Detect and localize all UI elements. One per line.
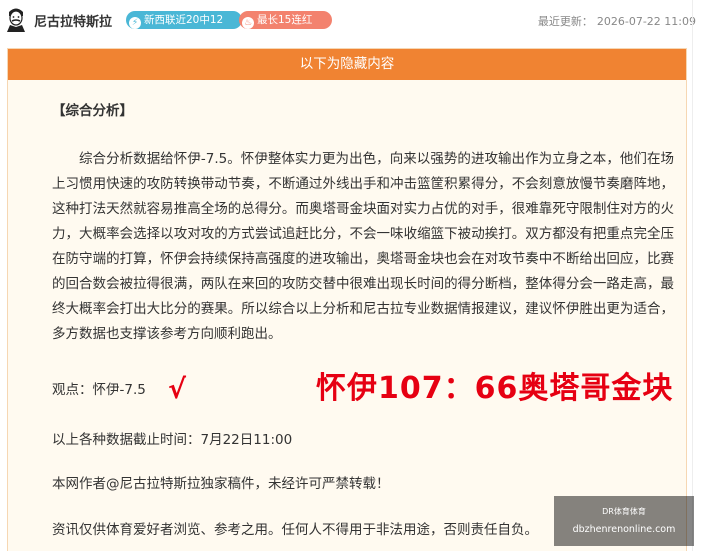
last-updated: 最近更新： 2026-07-22 11:09 (538, 13, 696, 29)
site-watermark: DR体育体育 dbzhenrenonline.com (554, 496, 694, 546)
section-title: 【综合分析】 (52, 103, 133, 119)
watermark-brand: DR体育体育 (602, 507, 646, 516)
badge-streak-label: 最长15连红 (257, 14, 313, 26)
badge-recent-record: ⚡ 新西联近20中12 (126, 11, 242, 29)
copyright-notice: 本网作者@尼古拉特斯拉独家稿件，未经许可严禁转载！ (52, 476, 390, 492)
badge-recent-label: 新西联近20中12 (144, 14, 224, 26)
updated-label: 最近更新： (537, 15, 593, 28)
right-divider (692, 0, 693, 551)
updated-time: 2026-07-22 11:09 (596, 15, 696, 28)
hidden-content-banner: 以下为隐藏内容 (8, 49, 686, 80)
badge-streak: ♨ 最长15连红 (239, 11, 332, 29)
author-avatar[interactable] (4, 6, 28, 32)
author-name[interactable]: 尼古拉特斯拉 (34, 11, 112, 30)
data-cutoff-line: 以上各种数据截止时间：7月22日11:00 (52, 432, 293, 448)
check-mark: √ (168, 374, 187, 405)
disclaimer-notice: 资讯仅供体育爱好者浏览、参考之用。任何人不得用于非法用途，否则责任自负。 (52, 522, 538, 538)
final-score: 怀伊107：66奥塔哥金块 (316, 371, 674, 406)
analysis-paragraph: 综合分析数据给怀伊-7.5。怀伊整体实力更为出色，向来以强势的进攻输出作为立身之… (52, 151, 674, 342)
flame-icon: ♨ (242, 17, 254, 29)
article-header: 尼古拉特斯拉 ⚡ 新西联近20中12 ♨ 最长15连红 最近更新： 2026-07-2… (0, 0, 701, 40)
watermark-url: dbzhenrenonline.com (572, 524, 676, 535)
opinion-line: 观点：怀伊-7.5 (52, 382, 146, 398)
hidden-content-card: 以下为隐藏内容 【综合分析】 综合分析数据给怀伊-7.5。怀伊整体实力更为出色，… (7, 48, 687, 551)
lightning-icon: ⚡ (129, 17, 141, 29)
